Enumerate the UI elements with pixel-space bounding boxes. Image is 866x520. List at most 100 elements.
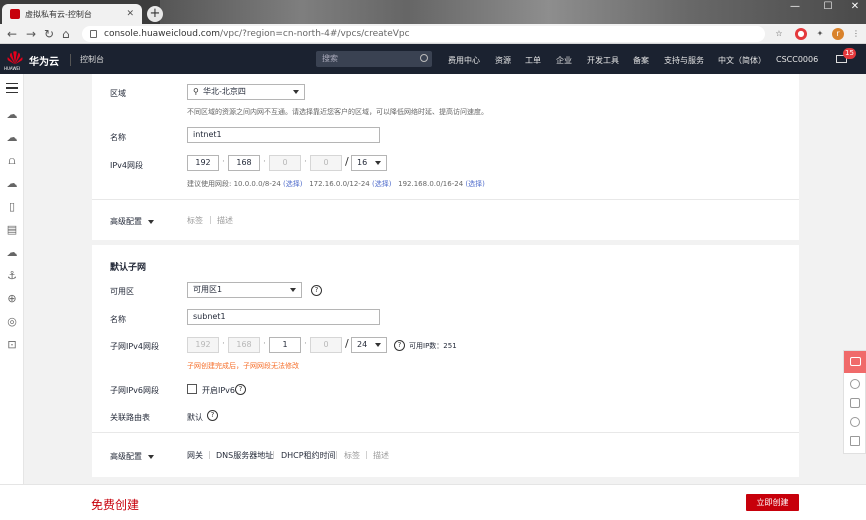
- minimize-window-icon[interactable]: —: [780, 0, 810, 22]
- subnet-ipv6-label: 子网IPv6网段: [110, 386, 160, 395]
- create-now-button[interactable]: 立即创建: [746, 494, 799, 511]
- forward-arrow-icon[interactable]: →: [26, 27, 36, 41]
- ip-octet-4[interactable]: 0: [310, 155, 342, 171]
- floating-toolbar: [843, 350, 866, 454]
- cloud-storage-icon[interactable]: ☁: [6, 178, 18, 190]
- subnet-ip-octet-2-value: 168: [236, 340, 252, 349]
- globe-icon[interactable]: ⊕: [6, 293, 18, 305]
- extensions-puzzle-icon[interactable]: ✦: [814, 28, 826, 40]
- enable-ipv6-label[interactable]: 开启IPv6: [202, 385, 235, 396]
- lock-icon: [90, 30, 97, 38]
- subnet-tag-tab[interactable]: 标签: [344, 450, 360, 461]
- close-tab-icon[interactable]: ✕: [126, 9, 134, 19]
- ip-octet-3[interactable]: 0: [269, 155, 301, 171]
- suggest-range-2: 172.16.0.0/12-24: [309, 180, 370, 188]
- bridge-icon[interactable]: ⩍: [6, 155, 18, 167]
- profile-avatar-icon[interactable]: r: [832, 28, 844, 40]
- anchor-icon[interactable]: ⚓: [6, 270, 18, 282]
- browser-tab-active[interactable]: 虚拟私有云-控制台 ✕: [2, 4, 142, 24]
- vpc-tag-tab[interactable]: 标签: [187, 215, 203, 226]
- home-icon[interactable]: ⌂: [62, 27, 70, 41]
- scan-icon[interactable]: ⊡: [6, 339, 18, 351]
- help-icon[interactable]: ?: [235, 384, 246, 395]
- help-icon[interactable]: ?: [311, 285, 322, 296]
- nav-account[interactable]: CSCC0006: [776, 55, 818, 64]
- vpc-name-label: 名称: [110, 133, 126, 142]
- search-placeholder: 搜索: [322, 54, 338, 63]
- document-icon[interactable]: ▯: [6, 201, 18, 213]
- subnet-warning: 子网创建完成后，子网网段无法修改: [187, 362, 299, 370]
- subnet-ip-octet-1[interactable]: 192: [187, 337, 219, 353]
- search-input[interactable]: 搜索: [316, 51, 432, 67]
- subnet-ip-octet-4[interactable]: 0: [310, 337, 342, 353]
- back-arrow-icon[interactable]: ←: [7, 27, 17, 41]
- vpc-name-input[interactable]: intnet1: [187, 127, 380, 143]
- subnet-ip-octet-2[interactable]: 168: [228, 337, 260, 353]
- security-circle-icon[interactable]: ◎: [6, 316, 18, 328]
- cloud-outline-icon[interactable]: ☁: [6, 132, 18, 144]
- huawei-logo-icon[interactable]: [6, 50, 24, 66]
- az-select[interactable]: 可用区1: [187, 282, 302, 298]
- nav-resources[interactable]: 资源: [495, 55, 511, 66]
- ip-octet-1[interactable]: 192: [187, 155, 219, 171]
- bookmark-star-icon[interactable]: ☆: [773, 28, 785, 40]
- dhcp-lease-tab[interactable]: DHCP租约时间: [281, 450, 336, 461]
- nav-language[interactable]: 中文（简体）: [718, 55, 766, 66]
- question-icon[interactable]: [850, 417, 860, 427]
- dns-server-tab[interactable]: DNS服务器地址: [216, 450, 273, 461]
- nav-support[interactable]: 支持与服务: [664, 55, 704, 66]
- checklist-icon[interactable]: [850, 436, 860, 446]
- nav-enterprise[interactable]: 企业: [556, 55, 572, 66]
- headset-icon[interactable]: [850, 398, 860, 408]
- nav-billing-center[interactable]: 费用中心: [448, 55, 480, 66]
- mask-select[interactable]: 16: [351, 155, 387, 171]
- suggest-range-3: 192.168.0.0/16-24: [398, 180, 464, 188]
- ip-dot: ·: [304, 339, 307, 349]
- database-icon[interactable]: ▤: [6, 224, 18, 236]
- brand-name[interactable]: 华为云: [29, 53, 59, 68]
- enable-ipv6-checkbox[interactable]: [187, 384, 197, 394]
- select-link-3[interactable]: (选择): [465, 180, 484, 188]
- chevron-down-icon: [148, 454, 154, 459]
- subnet-description-tab[interactable]: 描述: [373, 450, 389, 461]
- browser-menu-icon[interactable]: ⋮: [850, 28, 862, 40]
- region-select[interactable]: ⚲ 华北-北京四: [187, 84, 305, 100]
- ip-octet-3-value: 0: [282, 158, 288, 167]
- reload-icon[interactable]: ↻: [44, 27, 54, 41]
- feedback-button[interactable]: [844, 351, 866, 373]
- vpc-advanced-toggle[interactable]: 高级配置: [110, 216, 154, 227]
- url-input[interactable]: console.huaweicloud.com/vpc/?region=cn-n…: [82, 26, 765, 42]
- tab-separator: |: [272, 450, 275, 459]
- subnet-advanced-toggle[interactable]: 高级配置: [110, 451, 154, 462]
- header-divider: [70, 54, 71, 66]
- subnet-ip-octet-4-value: 0: [323, 340, 329, 349]
- smiley-icon[interactable]: [850, 379, 860, 389]
- select-link-2[interactable]: (选择): [372, 180, 391, 188]
- nav-dev-tools[interactable]: 开发工具: [587, 55, 619, 66]
- cloud-server-icon[interactable]: ☁: [6, 109, 18, 121]
- subnet-mask-select[interactable]: 24: [351, 337, 387, 353]
- nav-icp-filing[interactable]: 备案: [633, 55, 649, 66]
- ip-dot: ·: [263, 339, 266, 349]
- help-icon[interactable]: ?: [207, 410, 218, 421]
- search-icon[interactable]: [420, 54, 428, 62]
- menu-hamburger-icon[interactable]: [6, 83, 18, 93]
- extension-red-icon[interactable]: ●: [795, 28, 807, 40]
- help-icon[interactable]: ?: [394, 340, 405, 351]
- subnet-ip-octet-1-value: 192: [195, 340, 211, 349]
- gateway-tab[interactable]: 网关: [187, 450, 203, 461]
- nav-tickets[interactable]: 工单: [525, 55, 541, 66]
- vpc-description-tab[interactable]: 描述: [217, 215, 233, 226]
- subnet-name-input[interactable]: subnet1: [187, 309, 380, 325]
- cloud-network-icon[interactable]: ☁: [6, 247, 18, 259]
- subnet-ip-octet-3[interactable]: 1: [269, 337, 301, 353]
- location-pin-icon: ⚲: [193, 87, 199, 96]
- ip-octet-2[interactable]: 168: [228, 155, 260, 171]
- ip-octet-2-value: 168: [236, 158, 252, 167]
- new-tab-button[interactable]: +: [147, 6, 163, 22]
- console-link[interactable]: 控制台: [80, 54, 104, 65]
- maximize-window-icon[interactable]: ☐: [813, 0, 843, 22]
- mask-slash: /: [345, 337, 349, 350]
- select-link-1[interactable]: (选择): [283, 180, 302, 188]
- close-window-icon[interactable]: ✕: [840, 0, 866, 22]
